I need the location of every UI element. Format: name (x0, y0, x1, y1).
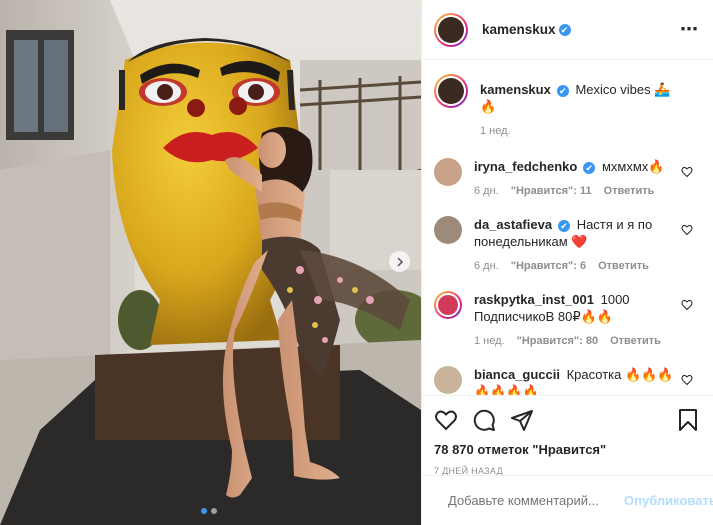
carousel-dot (201, 508, 207, 514)
comment-likes[interactable]: "Нравится": 80 (517, 333, 598, 350)
comment-item: da_astafieva ✔ Настя и я по понедельникам… (434, 216, 699, 275)
reply-button[interactable]: Ответить (610, 333, 661, 350)
add-comment-bar: Опубликовать (422, 475, 713, 525)
comment-meta: 1 нед. "Нравится": 80 Ответить (474, 333, 677, 350)
next-photo-button[interactable] (389, 251, 410, 272)
comment-meta: 6 дн. "Нравится": 6 Ответить (474, 258, 677, 275)
commenter-username[interactable]: raskpytka_inst_001 (474, 292, 594, 307)
like-comment-heart-icon[interactable] (681, 166, 693, 178)
bookmark-icon[interactable] (677, 408, 699, 432)
comment-item: iryna_fedchenko ✔ мхмхмх🔥 6 дн. "Нравится… (434, 158, 699, 200)
comment-time[interactable]: 6 дн. (474, 258, 499, 275)
more-options-icon[interactable]: ⋯ (680, 19, 699, 40)
chevron-right-icon (396, 256, 403, 267)
commenter-avatar[interactable] (434, 216, 462, 244)
commenter-username[interactable]: iryna_fedchenko (474, 159, 577, 174)
carousel-dot (211, 508, 217, 514)
like-comment-heart-icon[interactable] (681, 224, 693, 236)
share-icon[interactable] (510, 408, 534, 432)
publish-button[interactable]: Опубликовать (624, 493, 713, 508)
post-actions: 78 870 отметок "Нравится" 7 дней назад (422, 395, 713, 476)
comment-item: bianca_guccii Красотка 🔥🔥🔥🔥🔥🔥🔥 (434, 366, 699, 395)
author-username[interactable]: kamenskux (480, 82, 551, 97)
verified-badge-icon: ✔ (558, 23, 571, 36)
likes-count[interactable]: 78 870 отметок "Нравится" (434, 442, 699, 457)
commenter-username[interactable]: da_astafieva (474, 217, 552, 232)
comment-text: мхмхмх🔥 (601, 159, 665, 174)
post-details-panel: kamenskux ✔ ⋯ kamenskux ✔ Mexico vibes 🚣🔥… (421, 0, 713, 525)
comment-meta: 6 дн. "Нравится": 11 Ответить (474, 183, 677, 200)
author-avatar[interactable] (434, 12, 468, 47)
caption: kamenskux ✔ Mexico vibes 🚣🔥 1 нед. (434, 74, 699, 140)
comment-input[interactable] (448, 493, 624, 508)
author-avatar[interactable] (434, 74, 468, 108)
heart-icon[interactable] (434, 408, 458, 432)
commenter-avatar[interactable] (434, 158, 462, 186)
comment-icon[interactable] (472, 408, 496, 432)
like-comment-heart-icon[interactable] (681, 374, 693, 386)
author-username[interactable]: kamenskux (482, 22, 556, 37)
commenter-username[interactable]: bianca_guccii (474, 367, 560, 382)
post-image (0, 0, 421, 525)
comments-list[interactable]: kamenskux ✔ Mexico vibes 🚣🔥 1 нед. iryna_… (422, 60, 713, 395)
carousel-indicator (201, 508, 217, 514)
caption-meta: 1 нед. (480, 123, 677, 140)
reply-button[interactable]: Ответить (598, 258, 649, 275)
comment-item: raskpytka_inst_001 1000 ПодписчикоВ 80₽🔥… (434, 291, 699, 350)
post-header: kamenskux ✔ ⋯ (422, 0, 713, 60)
comment-time[interactable]: 6 дн. (474, 183, 499, 200)
post-photo[interactable] (0, 0, 421, 525)
verified-badge-icon: ✔ (556, 85, 569, 97)
comment-likes[interactable]: "Нравится": 6 (511, 258, 586, 275)
caption-time[interactable]: 1 нед. (480, 123, 511, 140)
verified-badge-icon: ✔ (558, 220, 571, 232)
reply-button[interactable]: Ответить (604, 183, 655, 200)
verified-badge-icon: ✔ (583, 162, 596, 174)
commenter-avatar[interactable] (434, 366, 462, 394)
comment-time[interactable]: 1 нед. (474, 333, 505, 350)
like-comment-heart-icon[interactable] (681, 299, 693, 311)
commenter-avatar[interactable] (434, 291, 462, 319)
comment-likes[interactable]: "Нравится": 11 (511, 183, 592, 200)
